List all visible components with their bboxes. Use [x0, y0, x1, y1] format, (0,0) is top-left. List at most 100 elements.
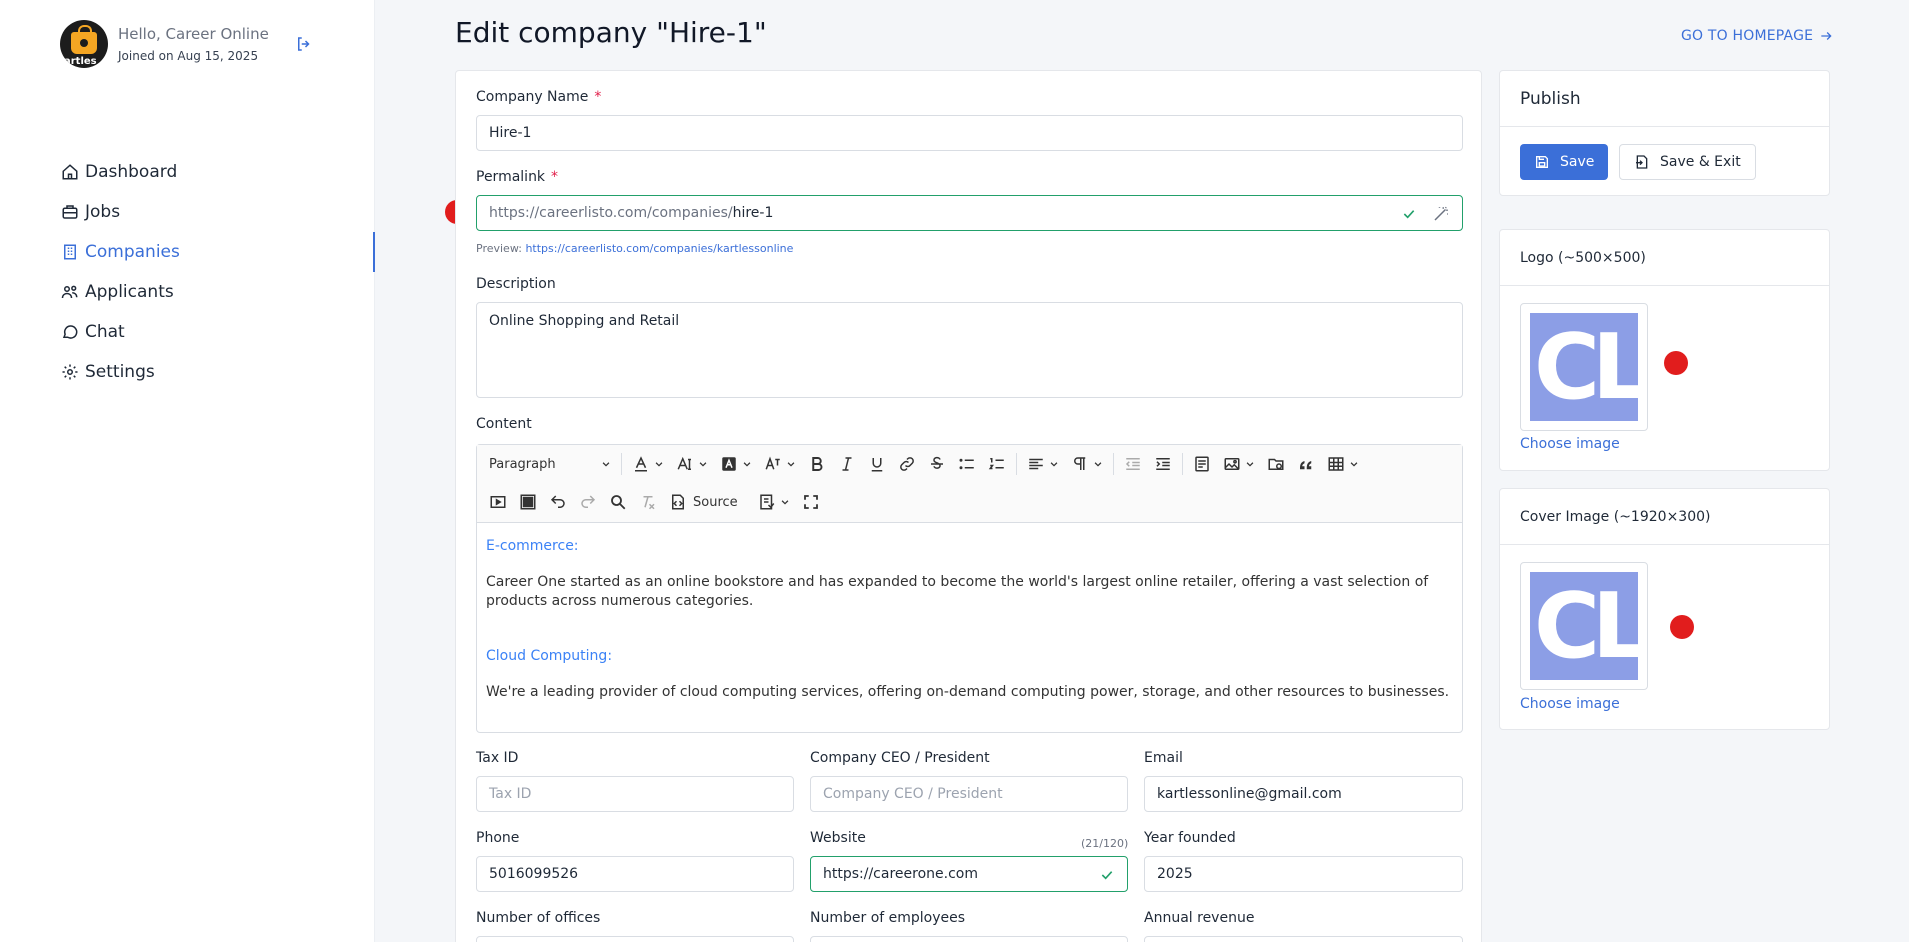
magic-wand-icon[interactable]: [1432, 205, 1450, 223]
choose-logo-link[interactable]: Choose image: [1520, 436, 1620, 452]
undo-button[interactable]: [543, 487, 573, 517]
indent-button[interactable]: [1148, 449, 1178, 479]
save-label: Save: [1560, 154, 1595, 170]
marker-dot: [1664, 351, 1688, 375]
italic-button[interactable]: [832, 449, 862, 479]
ceo-label: Company CEO / President: [810, 750, 990, 766]
insert-table-button[interactable]: [1321, 449, 1365, 479]
bold-button[interactable]: [802, 449, 832, 479]
media-browser-button[interactable]: [1261, 449, 1291, 479]
sidebar-item-settings[interactable]: Settings: [0, 352, 375, 392]
templates-button[interactable]: [752, 487, 796, 517]
sidebar-item-label: Jobs: [85, 202, 121, 222]
publish-title: Publish: [1500, 71, 1829, 127]
indent-icon: [1156, 458, 1170, 470]
sidebar-item-jobs[interactable]: Jobs: [0, 192, 375, 232]
offices-input[interactable]: [476, 936, 794, 942]
choose-cover-link[interactable]: Choose image: [1520, 696, 1620, 712]
font-color-button[interactable]: [626, 449, 670, 479]
media-icon: [490, 496, 506, 508]
sidebar-item-label: Applicants: [85, 282, 174, 302]
font-background-button[interactable]: [714, 449, 758, 479]
chevron-down-icon: [602, 462, 610, 467]
home-link-label: GO TO HOMEPAGE: [1681, 28, 1814, 44]
content-heading: E-commerce:: [486, 538, 579, 554]
remove-format-icon: [643, 496, 655, 510]
phone-input[interactable]: 5016099526: [476, 856, 794, 892]
employees-label: Number of employees: [810, 910, 966, 926]
numbered-list-button[interactable]: [982, 449, 1012, 479]
numbered-list-icon: [988, 458, 1004, 470]
offices-label: Number of offices: [476, 910, 601, 926]
font-size-icon: [677, 456, 691, 470]
widgets-button[interactable]: [513, 487, 543, 517]
go-to-homepage-link[interactable]: GO TO HOMEPAGE: [1681, 28, 1833, 44]
greeting: Hello, Career Online: [118, 25, 269, 43]
website-value: https://careerone.com: [823, 866, 978, 882]
underline-button[interactable]: [862, 449, 892, 479]
description-label: Description: [476, 276, 556, 292]
source-label: Source: [693, 494, 738, 510]
editor-content[interactable]: E-commerce: Career One started as an onl…: [477, 523, 1462, 733]
home-icon: [62, 164, 78, 180]
logo-panel: Logo (~500×500) CL Choose image: [1499, 229, 1830, 471]
company-form: Company Name * Hire-1 Permalink * https://…: [455, 70, 1482, 942]
check-icon: [1403, 210, 1415, 219]
strikethrough-button[interactable]: [922, 449, 952, 479]
preview-link[interactable]: https://careerlisto.com/companies/kartle…: [525, 242, 793, 255]
save-exit-button[interactable]: Save & Exit: [1619, 144, 1756, 180]
fullscreen-button[interactable]: [796, 487, 826, 517]
cover-thumbnail[interactable]: CL: [1520, 562, 1649, 690]
employees-input[interactable]: [810, 936, 1128, 942]
briefcase-icon: [62, 205, 78, 219]
image-icon: [1224, 458, 1240, 470]
company-name-input[interactable]: Hire-1: [476, 115, 1463, 151]
link-button[interactable]: [892, 449, 922, 479]
avatar[interactable]: artles: [60, 20, 108, 68]
paragraph-direction-button[interactable]: [1065, 449, 1109, 479]
search-icon: [611, 495, 626, 510]
paragraph-select[interactable]: Paragraph: [483, 449, 617, 479]
content-label: Content: [476, 416, 532, 432]
user-profile: artles Hello, Career Online Joined on Au…: [60, 20, 269, 68]
chat-icon: [62, 325, 78, 339]
year-founded-input[interactable]: 2025: [1144, 856, 1463, 892]
bulleted-list-button[interactable]: [952, 449, 982, 479]
redo-button[interactable]: [573, 487, 603, 517]
blockquote-button[interactable]: [1291, 449, 1321, 479]
save-exit-icon: [1636, 155, 1648, 169]
users-icon: [61, 285, 78, 299]
folder-add-icon: [1268, 458, 1284, 470]
email-label: Email: [1144, 750, 1183, 766]
website-char-counter: (21/120): [1081, 837, 1129, 850]
sidebar-item-companies[interactable]: Companies: [0, 232, 375, 272]
sidebar-item-dashboard[interactable]: Dashboard: [0, 152, 375, 192]
permalink-prefix: https://careerlisto.com/companies/: [489, 205, 733, 221]
insert-image-button[interactable]: [1217, 449, 1261, 479]
sidebar-item-applicants[interactable]: Applicants: [0, 272, 375, 312]
italic-icon: [842, 457, 852, 471]
logo-thumbnail[interactable]: CL: [1520, 303, 1649, 431]
revenue-input[interactable]: [1144, 936, 1463, 942]
font-size-button[interactable]: [670, 449, 714, 479]
outdent-button[interactable]: [1118, 449, 1148, 479]
source-button[interactable]: Source: [663, 487, 744, 517]
sidebar-item-label: Chat: [85, 322, 125, 342]
source-code-icon: [672, 494, 684, 510]
find-replace-button[interactable]: [603, 487, 633, 517]
logout-icon[interactable]: [295, 35, 315, 55]
page-break-button[interactable]: [1187, 449, 1217, 479]
remove-format-button[interactable]: [633, 487, 663, 517]
email-input[interactable]: kartlessonline@gmail.com: [1144, 776, 1463, 812]
sidebar-item-chat[interactable]: Chat: [0, 312, 375, 352]
permalink-input[interactable]: https://careerlisto.com/companies/hire-1: [476, 195, 1463, 231]
ceo-input[interactable]: Company CEO / President: [810, 776, 1128, 812]
website-input[interactable]: https://careerone.com: [810, 856, 1128, 892]
tax-id-input[interactable]: Tax ID: [476, 776, 794, 812]
description-textarea[interactable]: Online Shopping and Retail: [476, 302, 1463, 398]
save-button[interactable]: Save: [1520, 144, 1609, 180]
insert-media-button[interactable]: [483, 487, 513, 517]
align-button[interactable]: [1021, 449, 1065, 479]
font-family-button[interactable]: [758, 449, 802, 479]
pilcrow-icon: [1074, 457, 1086, 470]
